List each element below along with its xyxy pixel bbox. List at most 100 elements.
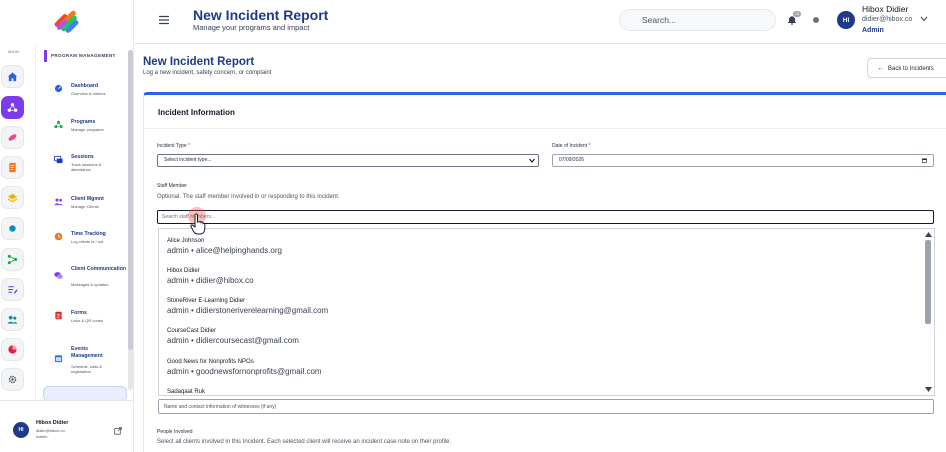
staff-option-name: StoneRiver E-Learning Didier (167, 298, 246, 304)
sessions-icon (54, 155, 63, 164)
theme-toggle-icon[interactable] (813, 17, 819, 23)
sidebar-item-title: Forms (71, 310, 87, 316)
hamburger-menu-icon[interactable] (158, 14, 170, 26)
staff-option[interactable]: CourseCast Didier admin • didiercourseca… (167, 328, 299, 345)
sidebar-item-subtitle: Links & QR codes (71, 318, 104, 323)
date-value: 07/09/2026 (559, 157, 585, 163)
rail-circle-button[interactable] (1, 217, 24, 240)
sidebar-item-subtitle: Messages & updates (71, 282, 109, 287)
scroll-up-arrow-icon[interactable] (925, 232, 932, 237)
users-icon (7, 315, 18, 324)
staff-option[interactable]: Good News for Nonprofits NPOs admin • go… (167, 359, 322, 376)
staff-search-input[interactable] (157, 210, 934, 224)
sidebar-item-subtitle: Manage programs (71, 127, 104, 132)
staff-option-detail: admin • goodnewsfornonprofits@gmail.com (167, 367, 322, 376)
events-icon (54, 355, 63, 363)
sidebar-user-email: didier@hibox.co (36, 428, 65, 433)
calendar-icon[interactable] (922, 158, 927, 163)
clock-icon (54, 232, 63, 241)
incident-type-value: Select incident type... (164, 157, 212, 163)
sidebar-item-next[interactable] (43, 386, 127, 400)
rail-docs-button[interactable] (1, 156, 24, 179)
rail-users-button[interactable] (1, 308, 24, 331)
staff-option-name: Alice Johnson (167, 238, 205, 244)
arrow-left-icon: ← (877, 64, 884, 72)
document-icon (9, 162, 16, 173)
chevron-down-icon[interactable] (920, 16, 928, 22)
hand-cursor-icon (190, 213, 206, 235)
date-label-text: Date of Incident (552, 143, 588, 149)
scrollbar-thumb[interactable] (128, 50, 133, 350)
staff-option-name: Sadaqaat Ruk (167, 389, 206, 395)
staff-dropdown: Alice Johnson admin • alice@helpinghands… (158, 228, 935, 396)
sidebar-user-role: Admin (36, 434, 48, 439)
sidebar-item-subtitle: Log clients in / out (71, 239, 104, 244)
staff-option-detail: admin • didierstoneriverelearning@gmail.… (167, 306, 329, 315)
sidebar-menu: PROGRAM MANAGEMENT Dashboard Overview & … (36, 44, 134, 400)
sidebar-user-name: Hibox Didier (36, 420, 69, 426)
scroll-down-arrow-icon[interactable] (925, 387, 932, 392)
staff-option[interactable]: Hibox Didier admin • didier@hibox.co (167, 268, 254, 285)
dropdown-scrollbar[interactable] (922, 229, 934, 395)
icon-rail: MAIN (0, 44, 36, 400)
page-subtitle: Log a new incident, safety concern, or c… (143, 70, 272, 76)
chat-icon (54, 272, 63, 279)
rail-feather-button[interactable] (1, 126, 24, 149)
sidebar-scrollbar[interactable] (128, 50, 133, 390)
edit-list-icon (8, 286, 18, 294)
staff-option-detail: admin • didier@hibox.co (167, 276, 254, 285)
incident-type-label-text: Incident Type (157, 143, 187, 149)
staff-option-detail: admin • alice@helpinghands.org (167, 246, 282, 255)
rail-edit-button[interactable] (1, 278, 24, 301)
staff-option-name: CourseCast Didier (167, 328, 217, 334)
home-icon (7, 72, 18, 82)
incident-type-select[interactable]: Select incident type... (157, 154, 539, 167)
staff-option[interactable]: StoneRiver E-Learning Didier admin • did… (167, 298, 328, 315)
rail-programs-button[interactable] (1, 96, 24, 119)
people-involved-help: Select all clients involved in this Inci… (157, 439, 452, 445)
top-header: New Incident Report Manage your programs… (134, 0, 946, 44)
incident-type-label: Incident Type * (157, 143, 190, 149)
avatar: HI (13, 422, 29, 438)
sidebar-item-title: Sessions (71, 154, 94, 160)
logo-area (0, 0, 134, 44)
sidebar-item-title: Client Mgmnt (71, 196, 104, 202)
staff-option-detail: admin • didiercoursecast@gmail.com (167, 336, 299, 345)
avatar[interactable]: HI (837, 11, 855, 29)
external-link-icon[interactable] (114, 427, 122, 435)
rail-layers-button[interactable] (1, 186, 24, 209)
circle-icon (9, 225, 16, 232)
rail-pie-button[interactable] (1, 338, 24, 361)
pie-chart-icon (8, 345, 17, 354)
feather-icon (8, 134, 17, 141)
search-input[interactable] (619, 9, 776, 31)
dashboard-icon (54, 84, 63, 93)
sidebar-item-subtitle: Overview & metrics (71, 91, 106, 96)
staff-option[interactable]: Alice Johnson admin • alice@helpinghands… (167, 238, 282, 255)
rail-home-button[interactable] (1, 65, 24, 88)
page-title: New Incident Report (143, 56, 255, 68)
rail-settings-button[interactable] (1, 368, 24, 391)
rail-flow-button[interactable] (1, 248, 24, 271)
required-marker: * (188, 143, 190, 149)
gear-icon (8, 375, 17, 384)
sidebar-item-title: Programs (71, 119, 96, 125)
sidebar-item-title: Events Management (71, 346, 103, 359)
sidebar-item-subtitle: Manage Clients (71, 204, 99, 209)
staff-member-help: Optional. The staff member involved in o… (157, 194, 340, 200)
staff-member-label: Staff Member (157, 183, 187, 189)
sidebar-item-title: Time Tracking (71, 231, 106, 237)
staff-option[interactable]: Sadaqaat Ruk (167, 389, 206, 395)
header-user-name[interactable]: Hibox Didier (862, 4, 908, 14)
back-to-incidents-button[interactable]: ← Back to Incidents (867, 58, 946, 78)
card-title: Incident Information (158, 108, 235, 117)
date-input[interactable]: 07/09/2026 (552, 154, 934, 167)
programs-icon (54, 120, 63, 129)
clients-icon (54, 198, 63, 206)
scrollbar-thumb[interactable] (925, 240, 931, 324)
sidebar-user-card: HI Hibox Didier didier@hibox.co Admin (0, 400, 134, 452)
witness-input[interactable] (158, 399, 934, 414)
flow-icon (7, 254, 18, 265)
sidebar-item-subtitle: Schedule, slots & registration (71, 364, 102, 374)
date-label: Date of Incident * (552, 143, 590, 149)
